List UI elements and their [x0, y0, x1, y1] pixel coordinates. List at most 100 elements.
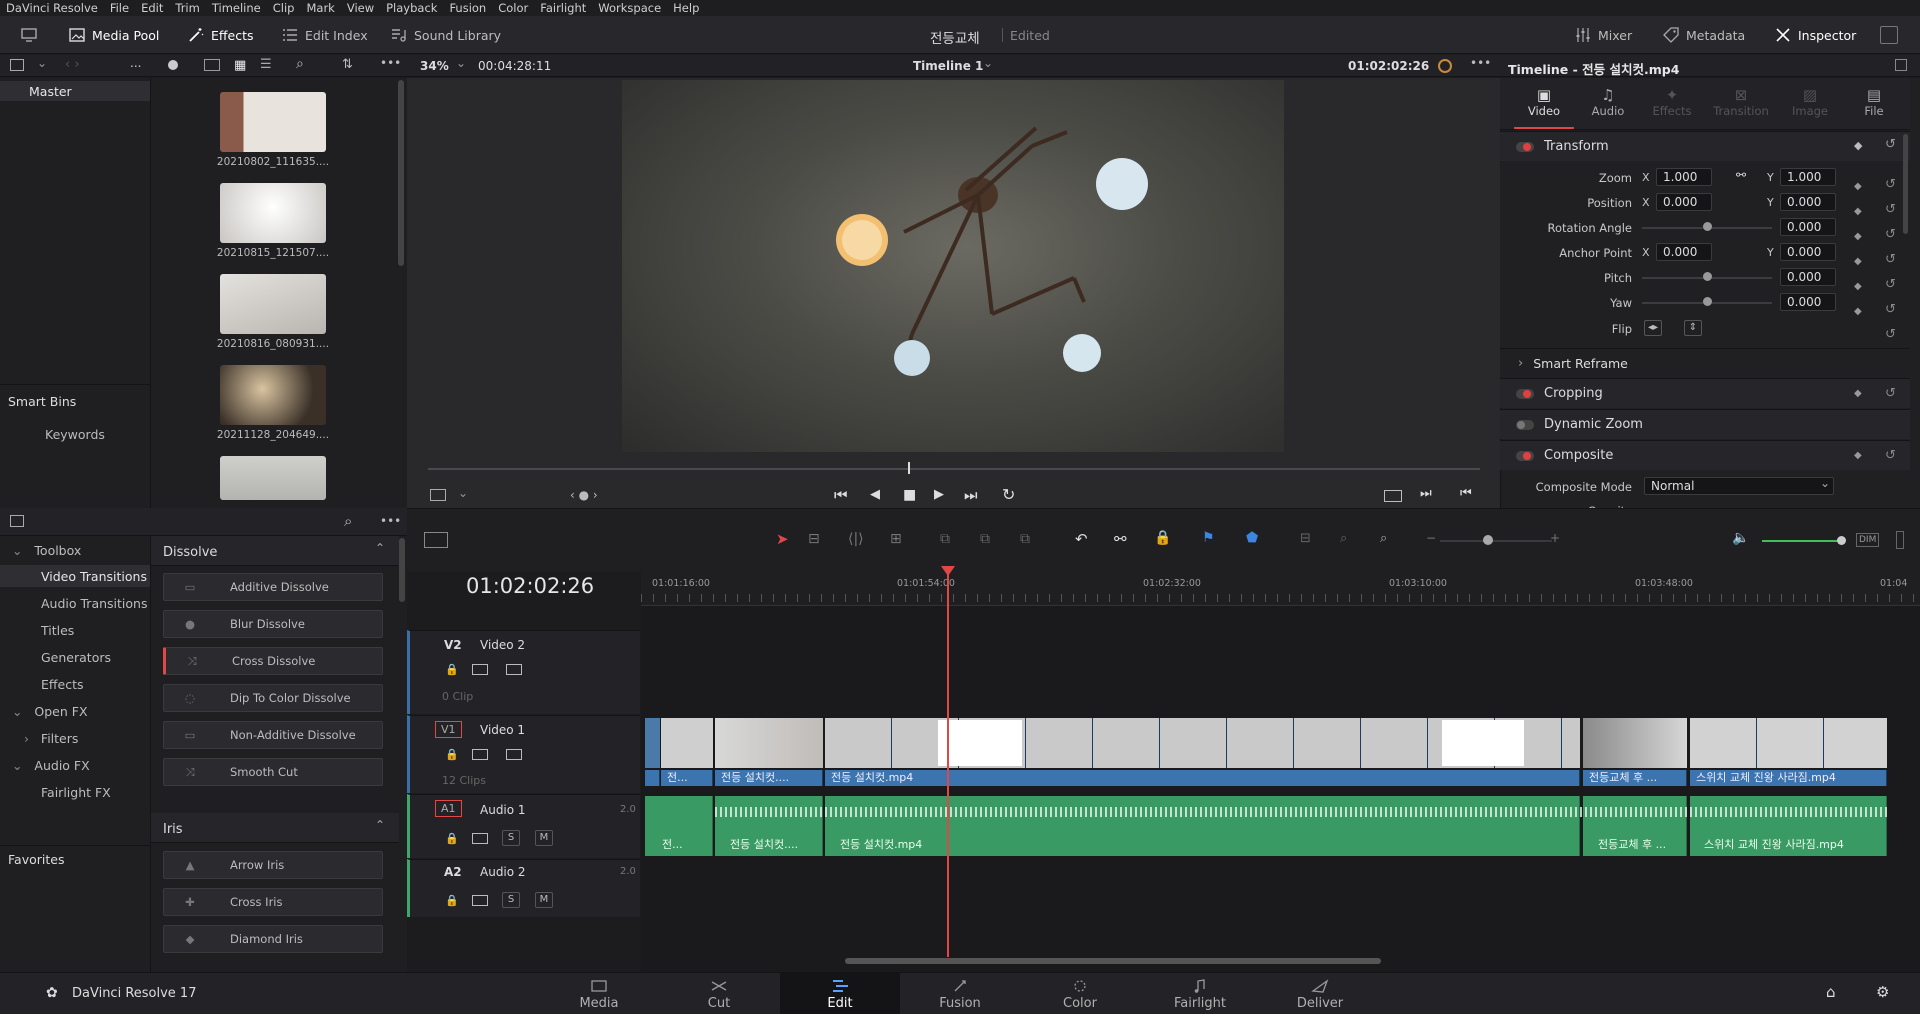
- blade-tool-icon[interactable]: ⊞: [890, 531, 902, 547]
- custom-zoom-icon[interactable]: ⌕: [1380, 531, 1387, 546]
- jog-control[interactable]: ‹ ● ›: [570, 488, 598, 502]
- clip-name[interactable]: 전등교체 후 ...: [1583, 770, 1687, 786]
- viewer-playhead[interactable]: [908, 462, 910, 474]
- selection-tool-icon[interactable]: ➤: [776, 530, 789, 548]
- tree-audio-transitions[interactable]: Audio Transitions: [41, 596, 147, 611]
- tab-effects[interactable]: ✦ Effects: [1642, 86, 1702, 118]
- effects-scrollbar[interactable]: [399, 538, 405, 602]
- page-cut[interactable]: Cut: [659, 972, 779, 1014]
- keyframe-icon[interactable]: ◆: [1854, 388, 1862, 399]
- trim-tool-icon[interactable]: ⊟: [808, 531, 820, 547]
- slider-handle[interactable]: [1483, 535, 1493, 545]
- timeline-view-options-icon[interactable]: [424, 532, 448, 548]
- enable-toggle[interactable]: [1516, 450, 1534, 461]
- metadata-button[interactable]: Metadata: [1662, 16, 1745, 54]
- next-edit-icon[interactable]: ⏭: [1420, 486, 1432, 501]
- solo-button[interactable]: S: [502, 892, 520, 908]
- insert-clip-icon[interactable]: ⧉: [940, 531, 950, 547]
- timeline-chevron-icon[interactable]: ⌄: [983, 56, 993, 70]
- video-clip[interactable]: [661, 718, 713, 768]
- clip-thumbnail[interactable]: [220, 365, 326, 425]
- tree-audio-fx[interactable]: ⌄ Audio FX: [12, 758, 90, 773]
- smart-bin-keywords[interactable]: Keywords: [45, 427, 105, 442]
- effects-button[interactable]: Effects: [187, 16, 254, 54]
- search-icon[interactable]: ⌕: [296, 56, 304, 72]
- auto-select-icon[interactable]: [472, 749, 488, 760]
- overlay-chevron-icon[interactable]: ⌄: [458, 486, 468, 500]
- lock-icon[interactable]: 🔒: [445, 832, 459, 845]
- workspace-layout-icon[interactable]: [20, 16, 38, 54]
- sidebar-toggle-icon[interactable]: [10, 59, 24, 71]
- menu-mark[interactable]: Mark: [300, 1, 340, 15]
- section-transform[interactable]: Transform: [1500, 131, 1910, 161]
- viewer-overlay-icon[interactable]: [430, 489, 446, 501]
- effect-cross-iris[interactable]: ✚ Cross Iris: [163, 888, 383, 916]
- meter-icon[interactable]: [1896, 531, 1904, 549]
- timeline-scrollbar[interactable]: [845, 958, 1381, 964]
- section-dynamic-zoom[interactable]: Dynamic Zoom: [1500, 409, 1910, 439]
- position-x-field[interactable]: 0.000: [1656, 193, 1712, 211]
- tab-audio[interactable]: ♫ Audio: [1578, 86, 1638, 118]
- menu-view[interactable]: View: [341, 1, 380, 15]
- zoom-in-icon[interactable]: +: [1550, 531, 1560, 545]
- menu-file[interactable]: File: [104, 1, 135, 15]
- media-pool-button[interactable]: Media Pool: [68, 16, 159, 54]
- zoom-y-field[interactable]: 1.000: [1780, 168, 1836, 186]
- detail-zoom-icon[interactable]: ⌕: [1340, 531, 1347, 546]
- zoom-x-field[interactable]: 1.000: [1656, 168, 1712, 186]
- thumbnail-view-icon[interactable]: ▦: [234, 58, 246, 73]
- playhead-line[interactable]: [947, 572, 949, 957]
- timeline-zoom-slider[interactable]: [1440, 540, 1552, 542]
- volume-slider[interactable]: [1762, 540, 1838, 542]
- solo-button[interactable]: S: [502, 830, 520, 846]
- auto-select-icon[interactable]: [472, 664, 488, 675]
- reset-icon[interactable]: ↺: [1885, 448, 1896, 463]
- page-edit[interactable]: Edit: [780, 972, 900, 1014]
- mute-button[interactable]: M: [535, 830, 553, 846]
- zoom-chevron-icon[interactable]: ⌄: [456, 56, 466, 70]
- enable-toggle[interactable]: [1516, 419, 1534, 430]
- flip-vertical-button[interactable]: ⇕: [1684, 320, 1702, 336]
- sound-library-button[interactable]: Sound Library: [390, 16, 501, 54]
- snapping-icon[interactable]: ↶: [1075, 530, 1088, 548]
- viewer-options-icon[interactable]: •••: [1470, 56, 1491, 70]
- clip-name[interactable]: 전...: [661, 770, 713, 786]
- inspector-button[interactable]: Inspector: [1774, 16, 1856, 54]
- clip-name[interactable]: 전등 설치컷.mp4: [825, 770, 1580, 786]
- video-clip[interactable]: [715, 718, 823, 768]
- menu-workspace[interactable]: Workspace: [592, 1, 667, 15]
- pitch-field[interactable]: 0.000: [1780, 268, 1836, 286]
- options-icon[interactable]: •••: [380, 56, 401, 70]
- search-icon[interactable]: ⌕: [344, 512, 352, 530]
- menu-trim[interactable]: Trim: [169, 1, 205, 15]
- play-reverse-icon[interactable]: ◀: [870, 487, 880, 502]
- chevron-up-icon[interactable]: ⌃: [375, 541, 385, 555]
- page-deliver[interactable]: Deliver: [1260, 972, 1380, 1014]
- list-view-icon[interactable]: ☰: [260, 57, 272, 72]
- menu-timeline[interactable]: Timeline: [206, 1, 267, 15]
- effect-diamond-iris[interactable]: ◆ Diamond Iris: [163, 925, 383, 953]
- enable-toggle[interactable]: [1516, 388, 1534, 399]
- clip-name[interactable]: 스위치 교체 진왕 사라짐.mp4: [1690, 770, 1887, 786]
- tab-transition[interactable]: ⊠ Transition: [1706, 86, 1776, 118]
- effects-sidebar-toggle-icon[interactable]: [10, 515, 24, 527]
- composite-mode-select[interactable]: Normal: [1644, 477, 1834, 495]
- menu-app[interactable]: DaVinci Resolve: [0, 1, 104, 15]
- menu-edit[interactable]: Edit: [135, 1, 169, 15]
- full-extent-zoom-icon[interactable]: ⊟: [1300, 531, 1311, 546]
- tab-file[interactable]: ▤ File: [1844, 86, 1904, 118]
- clip-thumbnail[interactable]: [220, 183, 326, 243]
- viewer-scrubber[interactable]: [428, 468, 1480, 470]
- clip-thumbnail[interactable]: [220, 456, 326, 500]
- section-cropping[interactable]: Cropping: [1500, 378, 1910, 408]
- prev-edit-icon[interactable]: ⏮: [1460, 486, 1472, 501]
- inspector-expand-icon[interactable]: [1895, 59, 1907, 71]
- go-to-start-icon[interactable]: ⏮: [834, 486, 848, 504]
- tree-fairlight-fx[interactable]: Fairlight FX: [41, 785, 111, 800]
- tree-titles[interactable]: Titles: [41, 623, 74, 638]
- slider-handle[interactable]: [1703, 297, 1712, 306]
- bin-master[interactable]: [0, 81, 150, 101]
- dynamic-trim-icon[interactable]: ⟨|⟩: [848, 531, 864, 547]
- slider-handle[interactable]: [1703, 222, 1712, 231]
- auto-select-icon[interactable]: [472, 833, 488, 844]
